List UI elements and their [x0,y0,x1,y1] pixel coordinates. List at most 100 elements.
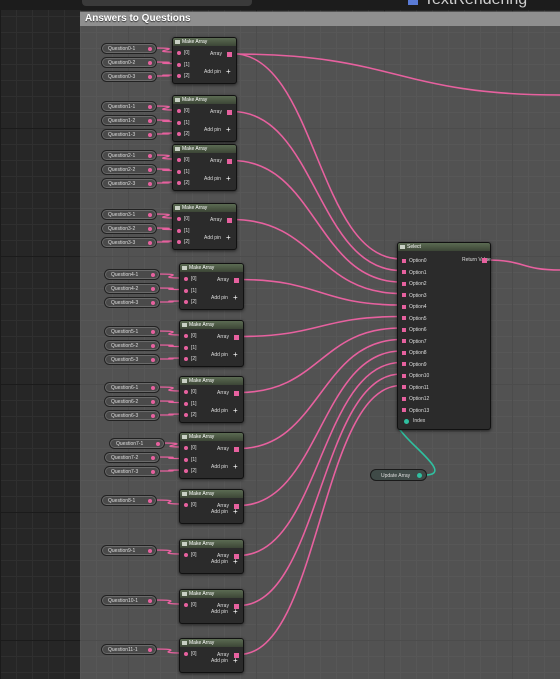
update-array-node[interactable]: Update Array [370,469,427,481]
variable-output-pin[interactable] [151,456,155,460]
array-element-pin[interactable] [177,120,181,125]
make-array-header[interactable]: Make Array [180,433,243,441]
select-option-pin[interactable] [402,270,406,275]
variable-getter[interactable]: Question0-2 [101,57,157,68]
variable-getter[interactable]: Question4-1 [104,269,160,280]
select-option[interactable]: Option2 [402,281,427,287]
variable-getter[interactable]: Question1-3 [101,129,157,140]
variable-getter[interactable]: Question7-1 [109,438,165,449]
variable-output-pin[interactable] [148,227,152,231]
make-array-node[interactable]: Make Array [0] [1] [2] Array Add pin + [179,263,244,310]
make-array-header[interactable]: Make Array [173,204,236,212]
variable-output-pin[interactable] [148,154,152,158]
make-array-header[interactable]: Make Array [180,377,243,385]
add-pin-icon[interactable]: + [233,463,238,471]
variable-getter[interactable]: Question8-1 [101,495,157,506]
update-array-output-pin[interactable] [417,473,422,478]
array-element-pin[interactable] [177,74,181,78]
variable-getter[interactable]: Question6-2 [104,396,160,407]
select-option-pin[interactable] [402,293,406,298]
variable-output-pin[interactable] [148,648,152,652]
array-element-pin[interactable] [184,503,188,507]
array-element-pin[interactable] [177,181,181,185]
variable-output-pin[interactable] [148,213,152,217]
select-option-pin[interactable] [402,304,406,309]
array-element-pin[interactable] [177,217,181,221]
select-option-pin[interactable] [402,385,406,390]
array-element-pin[interactable] [177,228,181,233]
return-value-pin[interactable] [482,258,487,263]
add-pin-icon[interactable]: + [233,508,238,516]
array-element-pin[interactable] [177,109,181,113]
select-option[interactable]: Option7 [402,339,427,345]
array-output-pin[interactable] [234,335,239,340]
select-option-pin[interactable] [402,281,406,286]
select-option[interactable]: Option12 [402,396,429,402]
make-array-header[interactable]: Make Array [173,38,236,46]
make-array-header[interactable]: Make Array [180,264,243,272]
array-element-pin[interactable] [184,603,188,607]
variable-output-pin[interactable] [156,442,160,446]
variable-output-pin[interactable] [148,549,152,553]
select-node-header[interactable]: Select [398,243,490,251]
variable-getter[interactable]: Question3-1 [101,209,157,220]
variable-getter[interactable]: Question9-1 [101,545,157,556]
variable-getter[interactable]: Question6-3 [104,410,160,421]
array-element-pin[interactable] [177,132,181,136]
array-element-pin[interactable] [177,158,181,162]
variable-getter[interactable]: Question7-3 [104,466,160,477]
variable-output-pin[interactable] [148,119,152,123]
array-element-pin[interactable] [184,357,188,361]
make-array-node[interactable]: Make Array [0] Array Add pin + [179,638,244,673]
variable-output-pin[interactable] [151,273,155,277]
add-pin-icon[interactable]: + [226,175,231,183]
make-array-header[interactable]: Make Array [173,145,236,153]
select-option[interactable]: Option5 [402,316,427,322]
add-pin-icon[interactable]: + [233,558,238,566]
variable-output-pin[interactable] [151,400,155,404]
select-option[interactable]: Option6 [402,327,427,333]
array-output-pin[interactable] [234,447,239,452]
variable-output-pin[interactable] [151,470,155,474]
select-option[interactable]: Option0 [402,258,427,264]
variable-getter[interactable]: Question3-2 [101,223,157,234]
make-array-node[interactable]: Make Array [0] [1] [2] Array Add pin + [172,37,237,84]
make-array-node[interactable]: Make Array [0] [1] [2] Array Add pin + [179,432,244,479]
add-pin-icon[interactable]: + [226,126,231,134]
select-option-pin[interactable] [402,373,406,378]
array-element-pin[interactable] [177,51,181,55]
array-element-pin[interactable] [184,345,188,350]
variable-getter[interactable]: Question1-2 [101,115,157,126]
make-array-header[interactable]: Make Array [180,540,243,548]
select-option-pin[interactable] [402,258,406,263]
select-option-pin[interactable] [402,327,406,332]
array-output-pin[interactable] [227,218,232,223]
make-array-header[interactable]: Make Array [173,96,236,104]
variable-getter[interactable]: Question1-1 [101,101,157,112]
select-option-pin[interactable] [402,339,406,344]
array-output-pin[interactable] [234,391,239,396]
variable-output-pin[interactable] [148,499,152,503]
variable-getter[interactable]: Question4-3 [104,297,160,308]
array-element-pin[interactable] [184,288,188,293]
make-array-node[interactable]: Make Array [0] [1] [2] Array Add pin + [172,203,237,250]
array-output-pin[interactable] [227,52,232,57]
variable-output-pin[interactable] [148,168,152,172]
variable-getter[interactable]: Question3-3 [101,237,157,248]
make-array-header[interactable]: Make Array [180,590,243,598]
select-option[interactable]: Option1 [402,270,427,276]
add-pin-icon[interactable]: + [233,608,238,616]
array-element-pin[interactable] [184,277,188,281]
variable-getter[interactable]: Question11-1 [101,644,157,655]
make-array-node[interactable]: Make Array [0] [1] [2] Array Add pin + [172,95,237,142]
variable-output-pin[interactable] [148,61,152,65]
variable-getter[interactable]: Question0-1 [101,43,157,54]
add-pin-icon[interactable]: + [233,657,238,665]
variable-getter[interactable]: Question5-2 [104,340,160,351]
add-pin-icon[interactable]: + [233,294,238,302]
variable-getter[interactable]: Question2-1 [101,150,157,161]
variable-output-pin[interactable] [148,47,152,51]
select-option-pin[interactable] [402,350,406,355]
variable-output-pin[interactable] [148,133,152,137]
array-output-pin[interactable] [227,159,232,164]
